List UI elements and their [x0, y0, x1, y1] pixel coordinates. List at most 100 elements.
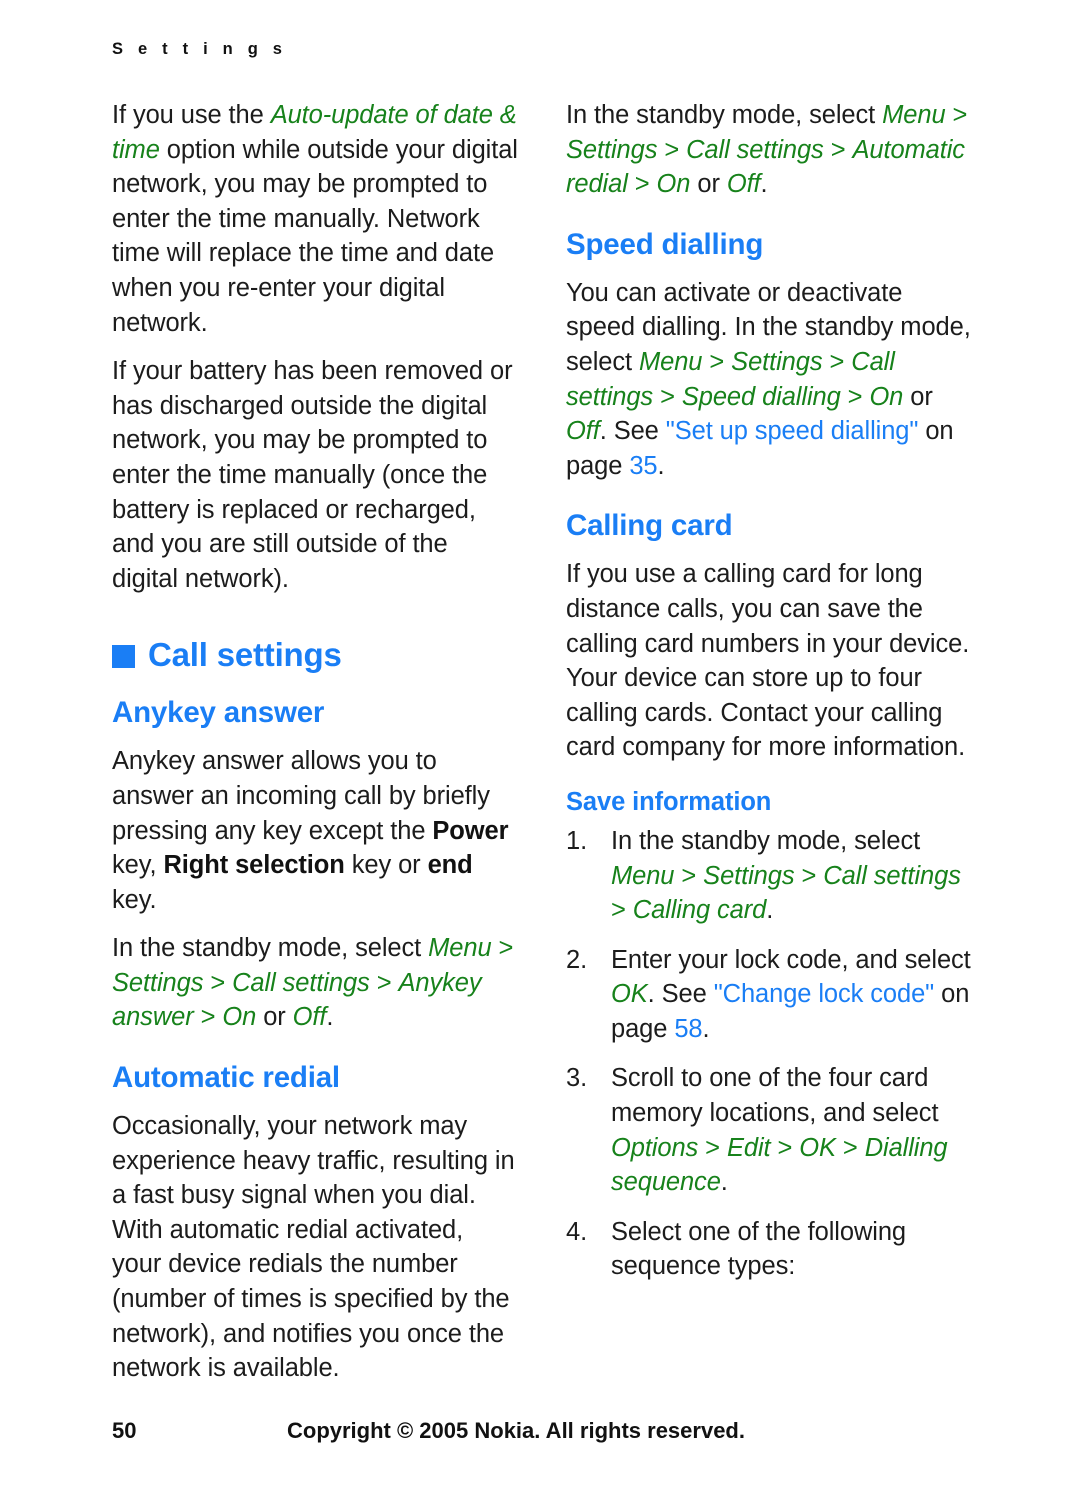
paragraph-anykey-menu-path: In the standby mode, select Menu > Setti…: [112, 931, 518, 1035]
path-separator: >: [203, 968, 233, 997]
path-separator: >: [822, 347, 852, 376]
ui-path-item: On: [222, 1003, 257, 1032]
ui-path-item: Call settings: [823, 861, 961, 890]
path-separator: >: [674, 861, 704, 890]
path-separator: >: [770, 1133, 800, 1162]
text-run: key.: [112, 885, 157, 914]
list-item: 4. Select one of the following sequence t…: [566, 1215, 972, 1284]
cross-reference-link[interactable]: "Set up speed dialling": [666, 417, 919, 445]
text-run: In the standby mode, select: [611, 826, 921, 855]
save-information-steps: 1. In the standby mode, select Menu > Set…: [566, 824, 972, 1284]
text-run: .: [657, 451, 665, 480]
text-run: In the standby mode, select: [566, 101, 883, 129]
text-run: key or: [344, 851, 428, 880]
page-footer: 50 Copyright © 2005 Nokia. All rights re…: [112, 1418, 972, 1444]
text-run: option while outside your digital networ…: [112, 135, 518, 337]
step-number: 2.: [566, 945, 588, 974]
ui-path-item: Settings: [731, 347, 823, 376]
cross-reference-page-number[interactable]: 58: [674, 1015, 702, 1043]
ui-path-item: OK: [799, 1133, 836, 1162]
text-run: . See: [599, 417, 666, 446]
ui-path-item: Options: [611, 1133, 699, 1162]
left-column: If you use the Auto-update of date & tim…: [112, 98, 518, 1400]
text-run: or: [256, 1003, 293, 1032]
ui-path-item: On: [656, 170, 691, 199]
path-separator: >: [794, 861, 824, 890]
path-separator: >: [193, 1003, 223, 1032]
path-separator: >: [823, 135, 853, 164]
paragraph-redial-menu-path: In the standby mode, select Menu > Setti…: [566, 98, 972, 202]
text-run: key,: [112, 851, 164, 880]
path-separator: >: [491, 934, 514, 963]
ui-path-item: Menu: [882, 101, 946, 129]
chapter-heading-label: Call settings: [148, 636, 342, 674]
ui-path-item: Call settings: [232, 968, 370, 997]
path-separator: >: [702, 347, 732, 376]
list-item: 2. Enter your lock code, and select OK. S…: [566, 943, 972, 1047]
ui-path-item: Menu: [611, 861, 675, 890]
cross-reference-link[interactable]: "Change lock code": [714, 980, 935, 1008]
ui-path-item: Settings: [703, 861, 795, 890]
path-separator: >: [627, 170, 657, 199]
text-run: In the standby mode, select: [112, 934, 429, 963]
key-name-right-selection: Right selection: [163, 851, 345, 880]
paragraph-battery-removed: If your battery has been removed or has …: [112, 357, 513, 593]
path-separator: >: [945, 101, 968, 129]
chapter-heading-call-settings: Call settings: [112, 636, 518, 674]
ui-path-item: Off: [726, 170, 761, 199]
paragraph-automatic-redial-body: Occasionally, your network may experienc…: [112, 1112, 515, 1383]
text-run: .: [766, 896, 774, 925]
ui-path-item: Speed dialling: [681, 382, 841, 411]
text-run: Enter your lock code, and select: [611, 945, 971, 974]
section-heading-automatic-redial: Automatic redial: [112, 1061, 340, 1095]
page-number: 50: [112, 1418, 137, 1443]
running-header: S e t t i n g s: [112, 40, 288, 58]
right-column: In the standby mode, select Menu > Setti…: [566, 98, 972, 1400]
path-separator: >: [657, 135, 687, 164]
cross-reference-page-number[interactable]: 35: [629, 452, 657, 480]
section-heading-anykey-answer: Anykey answer: [112, 696, 325, 730]
ui-path-item: OK: [611, 980, 648, 1009]
paragraph-calling-card-body: If you use a calling card for long dista…: [566, 560, 970, 762]
path-separator: >: [653, 382, 682, 411]
square-bullet-icon: [112, 644, 135, 668]
ui-path-item: Menu: [639, 347, 703, 376]
step-number: 4.: [566, 1217, 588, 1246]
text-run: If you use the: [112, 101, 271, 129]
key-name-power: Power: [432, 816, 509, 845]
text-run: .: [760, 170, 768, 199]
ui-path-item: Calling card: [632, 896, 767, 925]
paragraph-auto-update: If you use the Auto-update of date & tim…: [112, 98, 518, 340]
text-run: or: [903, 382, 933, 411]
list-item: 3. Scroll to one of the four card memory …: [566, 1061, 972, 1199]
ui-path-item: Off: [292, 1003, 327, 1032]
text-run: .: [720, 1168, 728, 1197]
path-separator: >: [835, 1133, 865, 1162]
manual-page: S e t t i n g s If you use the Auto-upda…: [0, 0, 1080, 1496]
text-run: .: [702, 1014, 710, 1043]
path-separator: >: [698, 1133, 727, 1162]
ui-path-item: Settings: [112, 968, 204, 997]
text-run: . See: [647, 980, 714, 1009]
ui-path-item: Settings: [566, 135, 658, 164]
ui-path-item: Off: [566, 417, 600, 446]
ui-path-item: Call settings: [686, 135, 824, 164]
subsection-heading-save-information: Save information: [566, 787, 772, 816]
key-name-end: end: [427, 851, 473, 880]
ui-path-item: On: [869, 382, 904, 411]
text-run: Scroll to one of the four card memory lo…: [611, 1064, 939, 1128]
path-separator: >: [611, 896, 633, 925]
paragraph-anykey-body: Anykey answer allows you to answer an in…: [112, 744, 518, 917]
two-column-body: If you use the Auto-update of date & tim…: [112, 98, 972, 1400]
text-run: or: [690, 170, 727, 199]
copyright-notice: Copyright © 2005 Nokia. All rights reser…: [287, 1418, 745, 1443]
ui-path-item: Menu: [428, 934, 492, 963]
section-heading-speed-dialling: Speed dialling: [566, 227, 764, 261]
step-number: 1.: [566, 826, 588, 855]
step-number: 3.: [566, 1064, 588, 1093]
ui-path-item: Edit: [726, 1133, 771, 1162]
path-separator: >: [840, 382, 870, 411]
section-heading-calling-card: Calling card: [566, 509, 733, 543]
path-separator: >: [369, 968, 399, 997]
list-item: 1. In the standby mode, select Menu > Set…: [566, 824, 972, 928]
